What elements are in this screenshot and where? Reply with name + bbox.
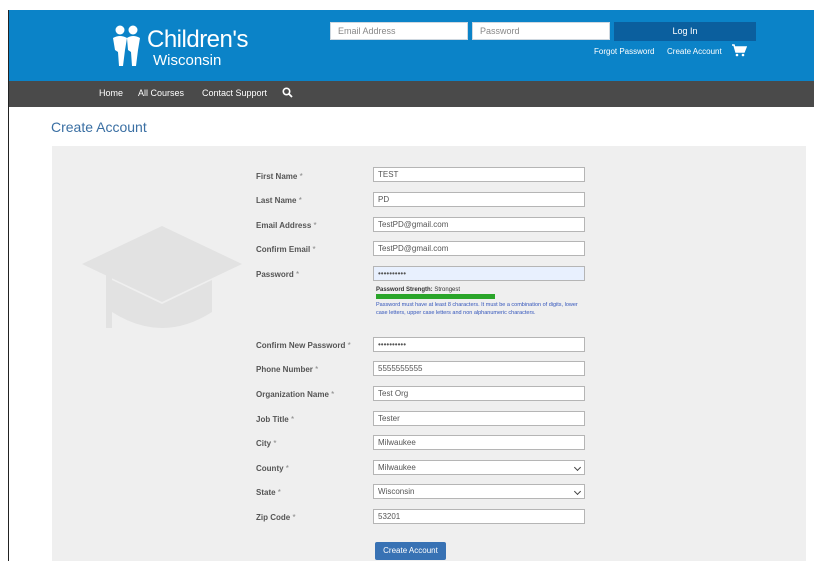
login-password-input[interactable]: Password xyxy=(472,22,610,40)
city-input[interactable]: Milwaukee xyxy=(373,435,585,450)
create-account-button[interactable]: Create Account xyxy=(375,542,446,560)
city-label: City * xyxy=(256,439,277,448)
search-icon[interactable] xyxy=(282,87,293,98)
nav-all-courses[interactable]: All Courses xyxy=(138,88,184,98)
county-select[interactable]: Milwaukee xyxy=(373,460,585,475)
site-header: Children's Wisconsin Email Address Passw… xyxy=(9,10,814,81)
password-requirements-text: Password must have at least 8 characters… xyxy=(376,302,578,316)
state-label: State * xyxy=(256,488,281,497)
password-input[interactable]: •••••••••• xyxy=(373,266,585,281)
phone-input[interactable]: 5555555555 xyxy=(373,361,585,376)
logo-line-1: Children's xyxy=(147,26,248,53)
confirm-password-input[interactable]: •••••••••• xyxy=(373,337,585,352)
phone-label: Phone Number * xyxy=(256,365,319,374)
nav-home[interactable]: Home xyxy=(99,88,123,98)
last-name-label: Last Name * xyxy=(256,196,302,205)
first-name-label: First Name * xyxy=(256,172,303,181)
email-input[interactable]: TestPD@gmail.com xyxy=(373,217,585,232)
state-select[interactable]: Wisconsin xyxy=(373,484,585,499)
logo-line-2: Wisconsin xyxy=(153,52,222,69)
password-strength-text: Password Strength: Strongest xyxy=(376,287,461,293)
confirm-email-label: Confirm Email * xyxy=(256,245,316,254)
organization-label: Organization Name * xyxy=(256,390,335,399)
password-strength-bar xyxy=(376,294,495,299)
job-title-input[interactable]: Tester xyxy=(373,411,585,426)
nav-contact-support[interactable]: Contact Support xyxy=(202,88,267,98)
forgot-password-link[interactable]: Forgot Password xyxy=(594,47,654,56)
job-title-label: Job Title * xyxy=(256,415,295,424)
login-email-input[interactable]: Email Address xyxy=(330,22,468,40)
last-name-input[interactable]: PD xyxy=(373,192,585,207)
confirm-email-input[interactable]: TestPD@gmail.com xyxy=(373,241,585,256)
shopping-cart-icon[interactable] xyxy=(731,43,747,57)
first-name-input[interactable]: TEST xyxy=(373,167,585,182)
password-label: Password * xyxy=(256,270,300,279)
page-title: Create Account xyxy=(51,119,147,135)
confirm-password-label: Confirm New Password * xyxy=(256,341,351,350)
county-label: County * xyxy=(256,464,289,473)
login-button[interactable]: Log In xyxy=(614,22,756,41)
zip-label: Zip Code * xyxy=(256,513,296,522)
zip-input[interactable]: 53201 xyxy=(373,509,585,524)
email-label: Email Address * xyxy=(256,221,317,230)
create-account-link[interactable]: Create Account xyxy=(667,47,722,56)
children-figures-icon xyxy=(113,25,140,66)
organization-input[interactable]: Test Org xyxy=(373,386,585,401)
childrens-wisconsin-logo[interactable]: Children's Wisconsin xyxy=(109,24,259,72)
graduation-cap-icon xyxy=(82,226,242,328)
main-nav: Home All Courses Contact Support xyxy=(9,81,814,107)
